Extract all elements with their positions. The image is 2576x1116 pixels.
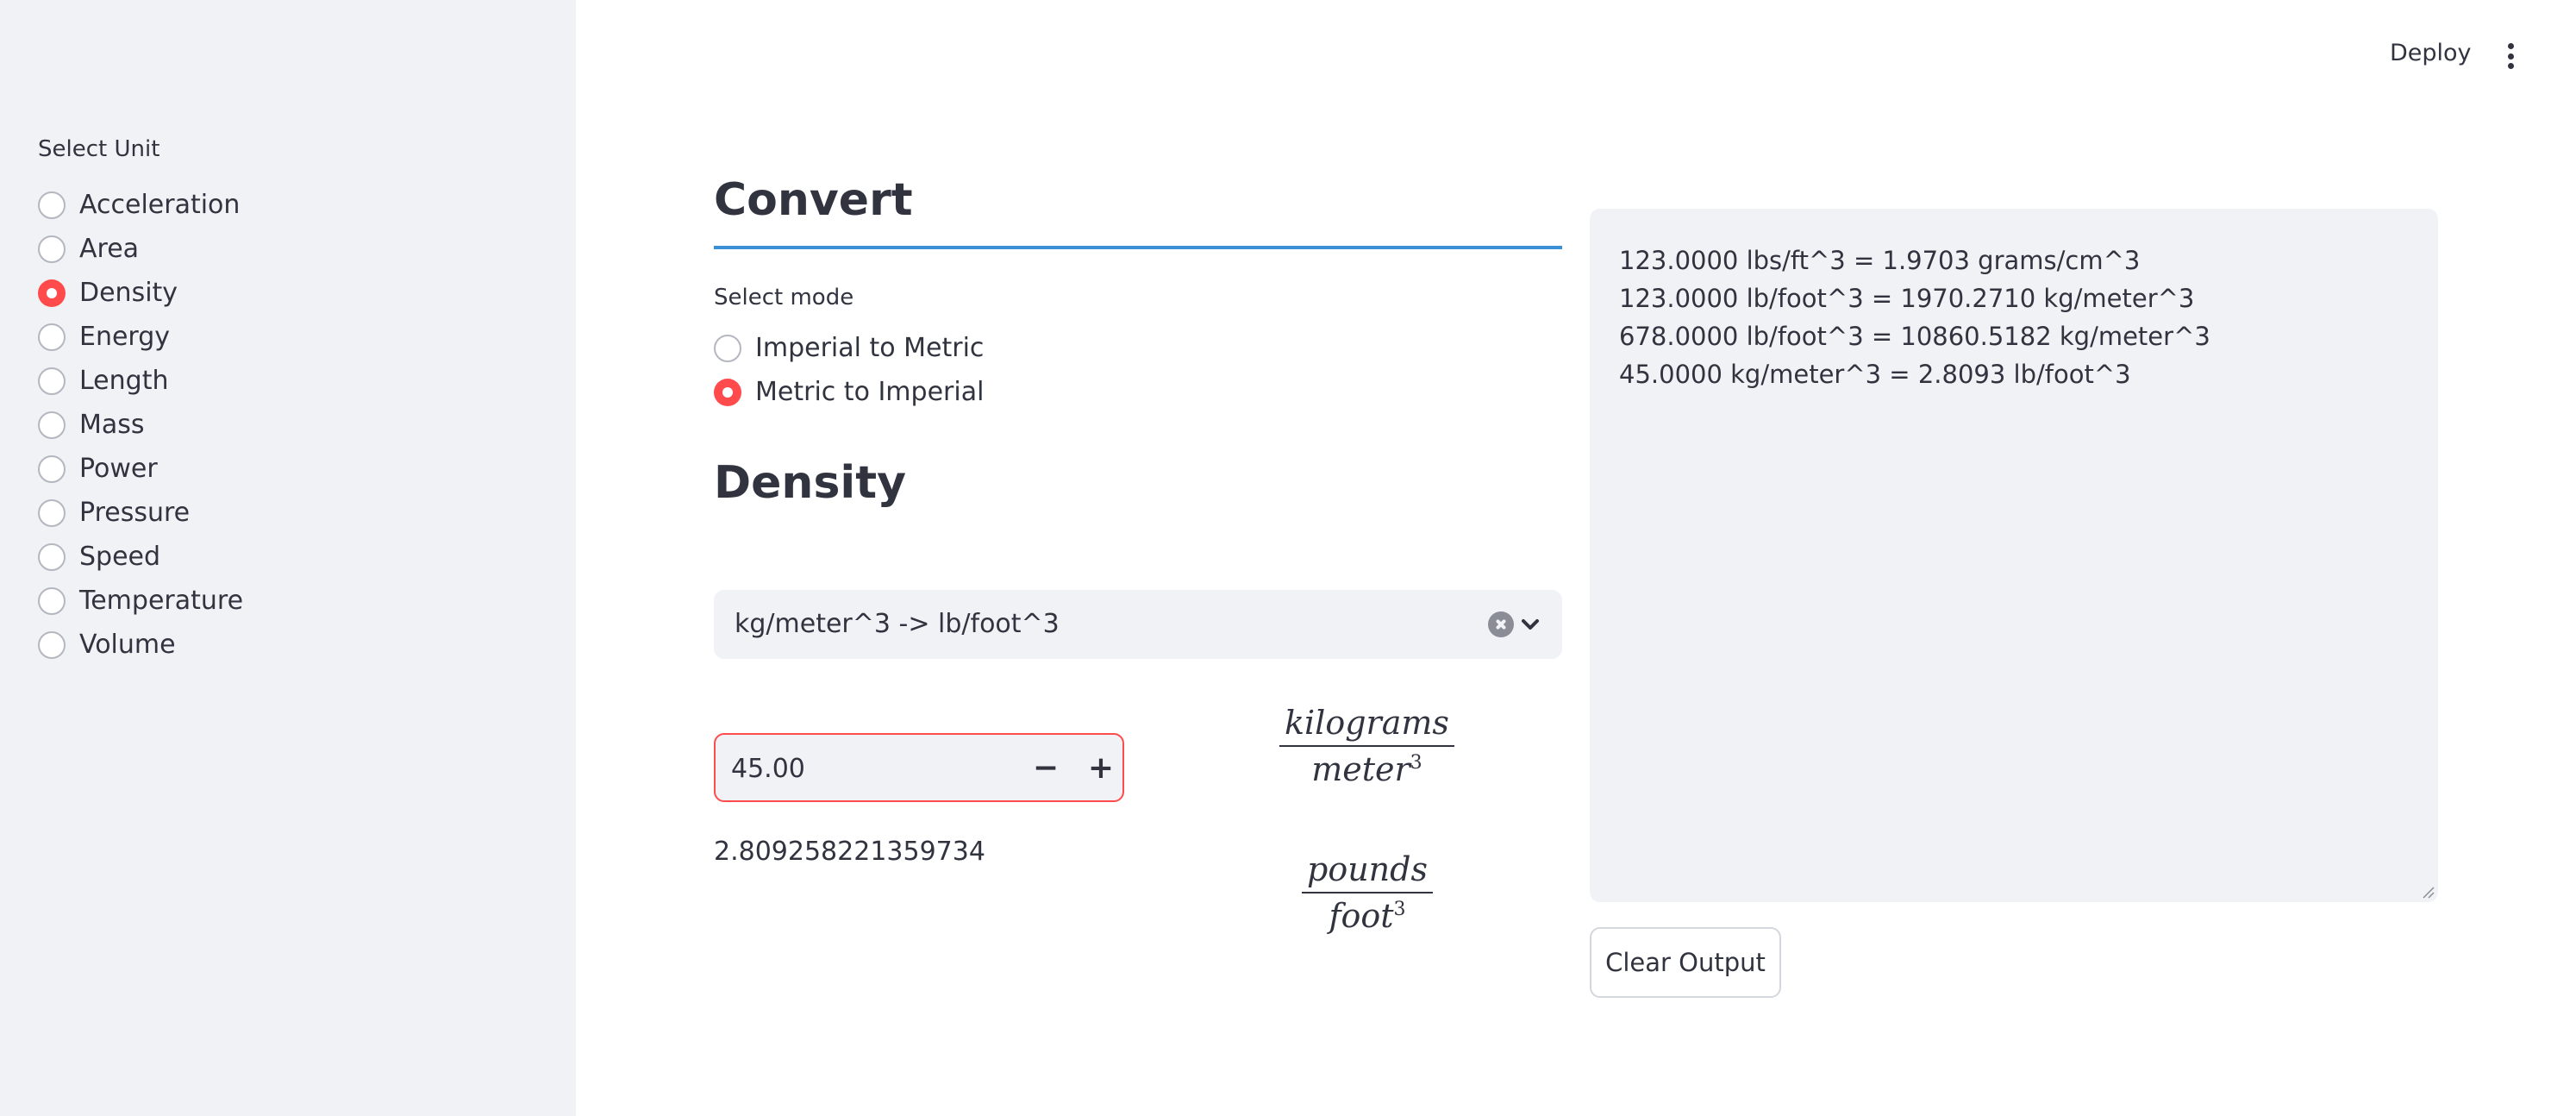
radio-icon[interactable] <box>38 411 66 439</box>
quantity-input-value[interactable]: 45.00 <box>731 754 805 784</box>
mode-option-imperial-to-metric[interactable]: Imperial to Metric <box>714 326 984 370</box>
unit-option-power[interactable]: Power <box>38 447 243 491</box>
unit-option-length[interactable]: Length <box>38 359 243 403</box>
from-unit-numerator: kilograms <box>1285 704 1449 742</box>
unit-option-label: Power <box>79 454 158 484</box>
radio-checked-icon[interactable] <box>714 378 741 406</box>
kebab-menu-icon[interactable] <box>2500 41 2521 71</box>
unit-option-pressure[interactable]: Pressure <box>38 491 243 535</box>
unit-option-mass[interactable]: Mass <box>38 403 243 447</box>
conversion-select-value: kg/meter^3 -> lb/foot^3 <box>735 609 1060 639</box>
title-divider <box>714 246 1562 249</box>
to-unit-denominator: foot <box>1329 897 1394 935</box>
to-unit-exponent: 3 <box>1393 899 1406 920</box>
fraction-bar <box>1279 745 1454 747</box>
unit-option-label: Speed <box>79 542 161 572</box>
radio-checked-icon[interactable] <box>38 279 66 307</box>
radio-icon[interactable] <box>38 498 66 527</box>
from-unit-exponent: 3 <box>1410 752 1422 774</box>
unit-radio-group: Acceleration Area Density Energy Length … <box>38 183 243 667</box>
unit-option-label: Energy <box>79 322 171 352</box>
chevron-down-icon[interactable] <box>1519 616 1541 633</box>
from-unit-denominator: meter <box>1311 750 1410 788</box>
fraction-bar <box>1302 892 1433 893</box>
output-textarea[interactable]: 123.0000 lbs/ft^3 = 1.9703 grams/cm^3 12… <box>1590 209 2438 902</box>
unit-option-label: Mass <box>79 410 145 440</box>
output-line: 678.0000 lb/foot^3 = 10860.5182 kg/meter… <box>1619 322 2210 351</box>
mode-option-label: Metric to Imperial <box>755 377 985 407</box>
output-line: 45.0000 kg/meter^3 = 2.8093 lb/foot^3 <box>1619 360 2131 389</box>
from-unit-denominator-group: meter3 <box>1306 750 1427 788</box>
unit-option-temperature[interactable]: Temperature <box>38 579 243 623</box>
unit-option-label: Length <box>79 366 169 396</box>
conversion-select[interactable]: kg/meter^3 -> lb/foot^3 <box>714 590 1562 659</box>
sidebar: Select Unit Acceleration Area Density En… <box>0 0 576 1116</box>
unit-option-label: Density <box>79 278 178 308</box>
to-unit-denominator-group: foot3 <box>1323 897 1410 935</box>
decrement-button[interactable]: − <box>1022 745 1069 790</box>
radio-icon[interactable] <box>38 191 66 219</box>
mode-radio-group: Imperial to Metric Metric to Imperial <box>714 326 984 414</box>
unit-option-energy[interactable]: Energy <box>38 315 243 359</box>
output-line: 123.0000 lbs/ft^3 = 1.9703 grams/cm^3 <box>1619 246 2141 275</box>
radio-icon[interactable] <box>38 323 66 351</box>
resize-handle-icon[interactable] <box>2421 885 2435 899</box>
unit-option-speed[interactable]: Speed <box>38 535 243 579</box>
clear-output-button[interactable]: Clear Output <box>1590 927 1781 998</box>
radio-icon[interactable] <box>38 235 66 263</box>
output-line: 123.0000 lb/foot^3 = 1970.2710 kg/meter^… <box>1619 284 2195 313</box>
clear-icon[interactable] <box>1488 611 1514 637</box>
radio-icon[interactable] <box>38 455 66 483</box>
unit-option-volume[interactable]: Volume <box>38 623 243 667</box>
radio-icon[interactable] <box>38 630 66 659</box>
quantity-input[interactable]: 45.00 − + <box>714 733 1124 802</box>
deploy-button[interactable]: Deploy <box>2390 40 2472 66</box>
unit-option-density[interactable]: Density <box>38 271 243 315</box>
unit-option-label: Pressure <box>79 498 191 528</box>
unit-select-label: Select Unit <box>38 136 160 162</box>
radio-icon[interactable] <box>38 586 66 615</box>
section-title: Density <box>714 457 906 509</box>
mode-option-label: Imperial to Metric <box>755 333 985 363</box>
to-unit-numerator: pounds <box>1307 850 1428 888</box>
unit-option-label: Area <box>79 234 140 264</box>
radio-icon[interactable] <box>38 367 66 395</box>
page-title: Convert <box>714 174 913 226</box>
radio-icon[interactable] <box>38 542 66 571</box>
unit-option-area[interactable]: Area <box>38 227 243 271</box>
to-unit-formula: pounds foot3 <box>1302 850 1433 935</box>
increment-button[interactable]: + <box>1078 745 1124 790</box>
conversion-result: 2.809258221359734 <box>714 837 985 867</box>
unit-option-label: Temperature <box>79 586 244 616</box>
unit-option-label: Acceleration <box>79 190 241 220</box>
mode-option-metric-to-imperial[interactable]: Metric to Imperial <box>714 370 984 414</box>
unit-option-acceleration[interactable]: Acceleration <box>38 183 243 227</box>
radio-icon[interactable] <box>714 334 741 362</box>
from-unit-formula: kilograms meter3 <box>1279 704 1454 788</box>
mode-select-label: Select mode <box>714 285 854 310</box>
unit-option-label: Volume <box>79 630 176 660</box>
